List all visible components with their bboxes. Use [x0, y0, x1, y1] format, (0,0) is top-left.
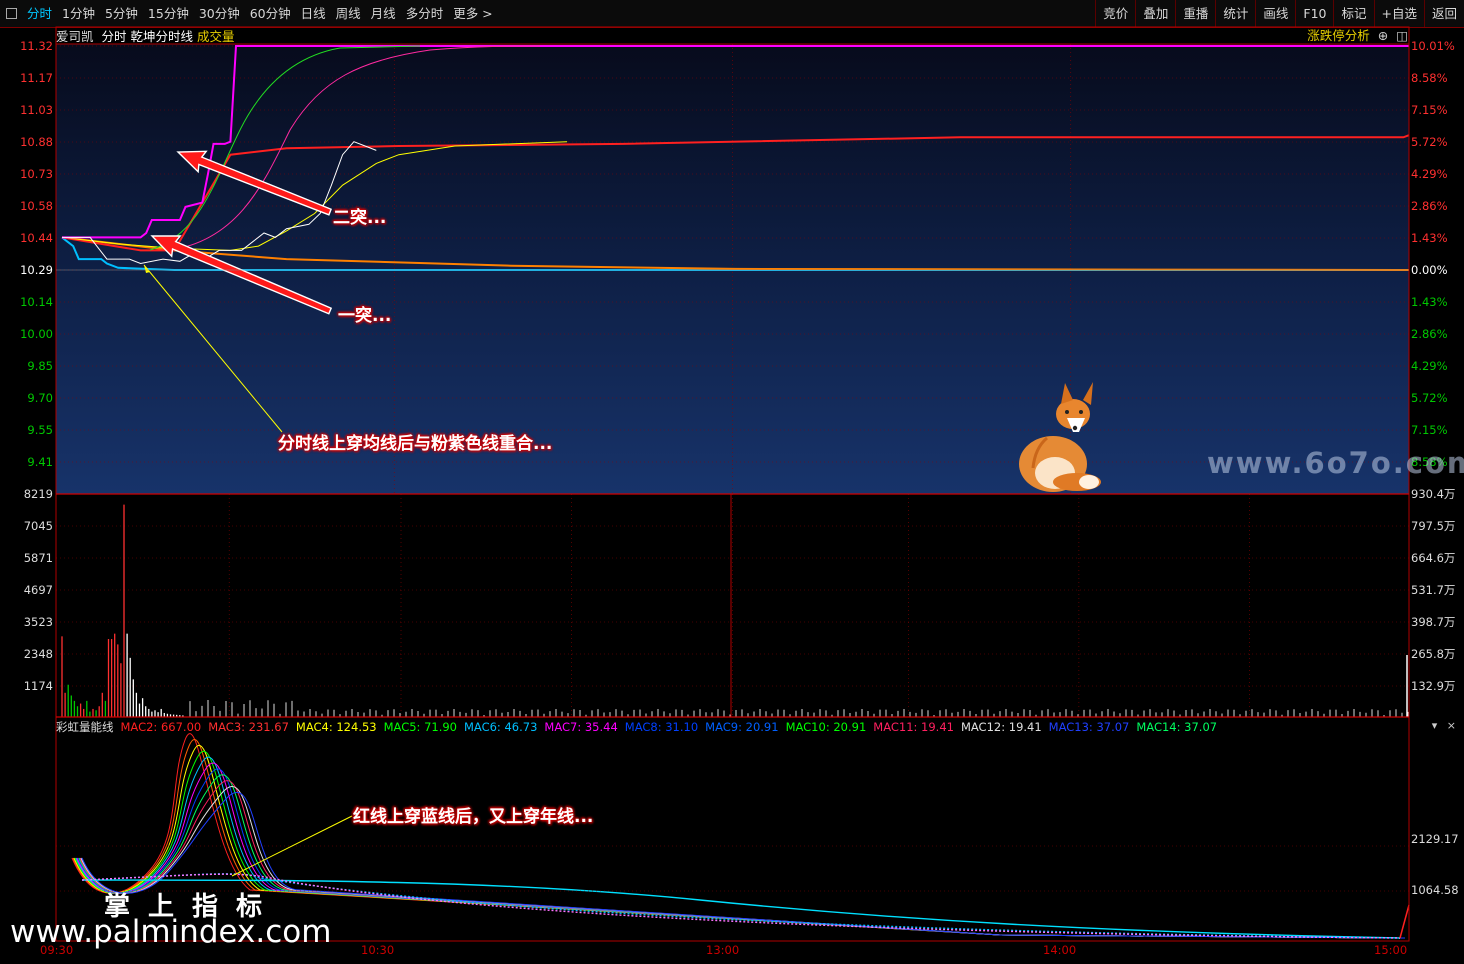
annotation-red-cross: 红线上穿蓝线后，又上穿年线...: [353, 807, 594, 827]
percent-label-right: 1.43%: [1411, 295, 1448, 309]
legend-item-5: MAC7: 35.44: [544, 720, 618, 734]
price-label-left: 10.88: [20, 135, 53, 149]
price-label-left: 9.85: [27, 359, 53, 373]
price-label-left: 11.32: [20, 39, 53, 53]
volume-label-left: 5871: [23, 551, 53, 565]
price-label-left: 9.70: [27, 391, 53, 405]
yellow-pointer-line-2: [231, 815, 353, 877]
legend-item-12: MAC14: 37.07: [1136, 720, 1218, 734]
legend-item-1: MAC3: 231.67: [208, 720, 289, 734]
volume-label-right: 132.9万: [1411, 679, 1456, 693]
percent-label-right: 7.15%: [1411, 103, 1448, 117]
legend-item-0: MAC2: 667.00: [120, 720, 202, 734]
price-label-left: 10.73: [20, 167, 53, 181]
volume-label-left: 4697: [23, 583, 53, 597]
price-label-left: 10.00: [20, 327, 53, 341]
legend-item-11: MAC13: 37.07: [1048, 720, 1130, 734]
volume-label-right: 930.4万: [1411, 487, 1456, 501]
percent-label-right: 2.86%: [1411, 327, 1448, 341]
price-label-left: 10.58: [20, 199, 53, 213]
price-label-left: 10.29: [20, 263, 53, 277]
percent-label-right: 7.15%: [1411, 423, 1448, 437]
legend-item-7: MAC9: 20.91: [705, 720, 779, 734]
price-label-left: 10.14: [20, 295, 53, 309]
indicator-name[interactable]: 彩虹量能线: [56, 719, 114, 735]
time-label: 10:30: [361, 943, 395, 957]
percent-label-right: 4.29%: [1411, 167, 1448, 181]
volume-label-left: 7045: [23, 519, 53, 533]
annotation-crossover: 分时线上穿均线后与粉紫色线重合...: [278, 434, 553, 454]
indicator-legend: 彩虹量能线 MAC2: 667.00 MAC3: 231.67 MAC4: 124.…: [56, 719, 1224, 735]
price-label-left: 9.55: [27, 423, 53, 437]
percent-label-right: 10.01%: [1411, 39, 1455, 53]
dropdown-icon[interactable]: ▾: [1432, 719, 1438, 732]
indicator-label-right: 2129.17: [1411, 832, 1459, 846]
price-label-left: 10.44: [20, 231, 53, 245]
fox-mascot-image: [1019, 382, 1101, 492]
percent-label-right: 8.58%: [1411, 71, 1448, 85]
indicator-label-right: 1064.58: [1411, 883, 1459, 897]
legend-item-6: MAC8: 31.10: [624, 720, 699, 734]
volume-label-left: 3523: [23, 615, 53, 629]
watermark-6070: www.6o7o.com: [1207, 446, 1464, 480]
legend-item-10: MAC12: 19.41: [960, 720, 1042, 734]
legend-item-9: MAC11: 19.41: [873, 720, 954, 734]
close-icon[interactable]: ×: [1447, 719, 1456, 732]
intraday-chart[interactable]: [0, 0, 1464, 964]
percent-label-right: 0.00%: [1411, 263, 1448, 277]
legend-item-8: MAC10: 20.91: [785, 720, 867, 734]
percent-label-right: 5.72%: [1411, 391, 1448, 405]
volume-label-right: 797.5万: [1411, 519, 1456, 533]
legend-item-2: MAC4: 124.53: [295, 720, 377, 734]
volume-label-left: 1174: [23, 679, 53, 693]
percent-label-right: 5.72%: [1411, 135, 1448, 149]
annotation-second-break: 二突...: [333, 208, 387, 228]
volume-bars: [61, 504, 1409, 717]
volume-label-left: 2348: [23, 647, 53, 661]
price-label-left: 11.17: [20, 71, 53, 85]
legend-item-4: MAC6: 46.73: [464, 720, 538, 734]
percent-label-right: 2.86%: [1411, 199, 1448, 213]
tail-spike: [1399, 904, 1410, 939]
volume-label-right: 398.7万: [1411, 615, 1456, 629]
price-label-left: 9.41: [27, 455, 53, 469]
volume-label-left: 8219: [23, 487, 53, 501]
price-label-left: 11.03: [20, 103, 53, 117]
volume-label-right: 265.8万: [1411, 647, 1456, 661]
time-label: 14:00: [1043, 943, 1077, 957]
indicator-controls: ▾ ×: [1432, 719, 1456, 732]
volume-grid: [56, 493, 1409, 717]
time-label: 15:00: [1374, 943, 1408, 957]
volume-label-right: 664.6万: [1411, 551, 1456, 565]
annotation-first-break: 一突...: [338, 306, 392, 326]
percent-label-right: 4.29%: [1411, 359, 1448, 373]
percent-label-right: 1.43%: [1411, 231, 1448, 245]
time-label: 13:00: [706, 943, 740, 957]
volume-label-right: 531.7万: [1411, 583, 1456, 597]
watermark-url: www.palmindex.com: [10, 914, 332, 950]
legend-item-3: MAC5: 71.90: [383, 720, 457, 734]
